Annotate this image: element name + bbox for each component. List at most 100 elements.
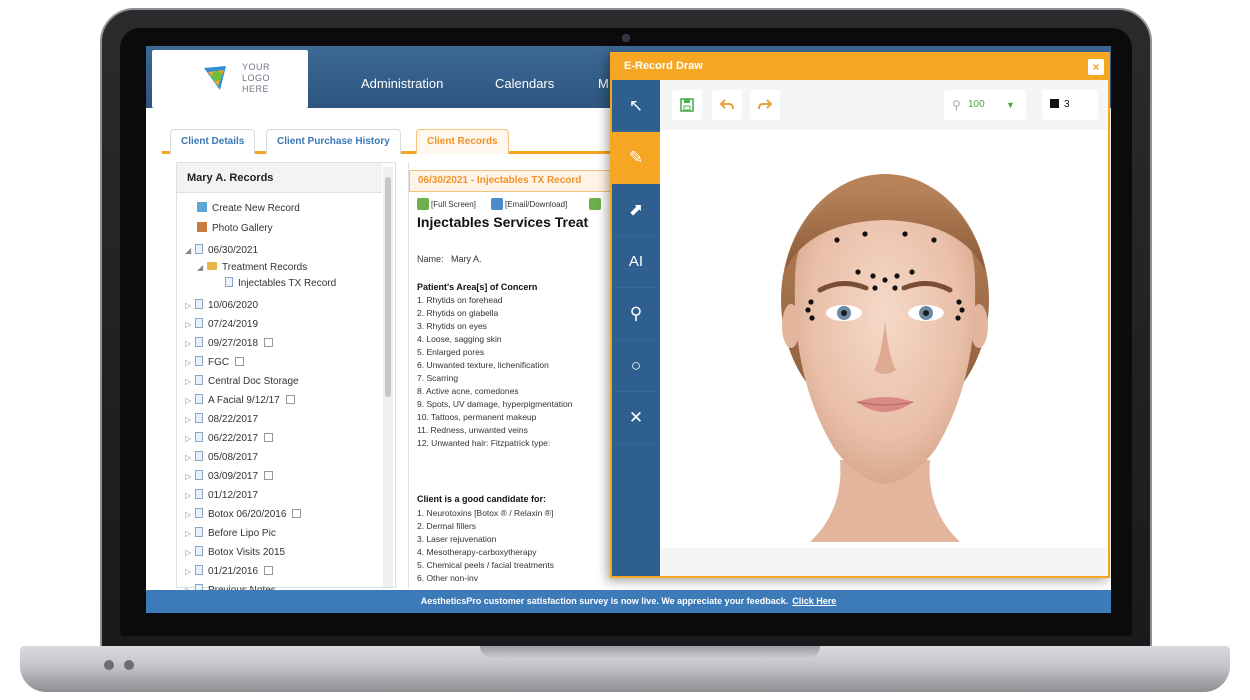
expand-arrow-icon[interactable]: ◢ (185, 243, 195, 259)
tree-item[interactable]: ▷ Botox 06/20/2016 (185, 507, 302, 523)
draw-titlebar[interactable]: E-Record Draw × (612, 54, 1108, 80)
expand-arrow-icon[interactable]: ◢ (197, 260, 207, 276)
save-button[interactable] (672, 90, 702, 120)
collapsed-arrow-icon[interactable]: ▷ (185, 469, 195, 485)
tree-item[interactable]: ▷ 06/22/2017 (185, 431, 274, 447)
full-screen-link[interactable]: [Full Screen] (417, 198, 476, 210)
tab-client-records[interactable]: Client Records (416, 129, 509, 154)
logo[interactable]: YOUR LOGO HERE (152, 50, 308, 108)
full-screen-icon (417, 198, 429, 210)
collapsed-arrow-icon[interactable]: ▷ (185, 336, 195, 352)
collapsed-arrow-icon[interactable]: ▷ (185, 507, 195, 523)
tree-item-label: 01/21/2016 (208, 566, 259, 577)
concern-item: 3. Rhytids on eyes (417, 321, 487, 331)
logo-text-line: HERE (242, 84, 270, 94)
undo-button[interactable] (712, 90, 742, 120)
e-record-draw-window: E-Record Draw × ↖ ✎ ⬈ AI ⚲ ○ ✕ ⚲ 100 ▼ 3 (610, 52, 1110, 578)
nav-calendars[interactable]: Calendars (495, 76, 554, 91)
select-tool-button[interactable]: ↖ (612, 80, 660, 132)
magnify-tool-button[interactable]: ⚲ (612, 288, 660, 340)
nav-more[interactable]: M (598, 76, 609, 91)
canvas-footer (660, 548, 1108, 576)
chevron-down-icon[interactable]: ▼ (1006, 90, 1015, 120)
text-tool-button[interactable]: AI (612, 236, 660, 288)
tree-item-label: 09/27/2018 (208, 338, 259, 349)
tree-scrollbar[interactable] (383, 167, 393, 587)
new-record-icon (197, 202, 207, 212)
tree-item[interactable]: ▷ 01/21/2016 (185, 564, 274, 580)
tab-client-details[interactable]: Client Details (170, 129, 256, 154)
candidate-item: 1. Neurotoxins [Botox ® / Relaxin ®] (417, 508, 554, 518)
tree-item[interactable]: ▷ 08/22/2017 (185, 412, 258, 428)
collapsed-arrow-icon[interactable]: ▷ (185, 355, 195, 371)
print-icon (589, 198, 601, 210)
tab-client-purchase-history[interactable]: Client Purchase History (266, 129, 401, 154)
tree-item-label: 08/22/2017 (208, 414, 259, 425)
tree-item[interactable]: ▷ 10/06/2020 (185, 298, 258, 314)
magnifier-icon: ⚲ (629, 303, 643, 323)
tree-item[interactable]: ▷ A Facial 9/12/17 (185, 393, 295, 409)
tree-item[interactable]: ▷ 03/09/2017 (185, 469, 274, 485)
survey-message: AestheticsPro customer satisfaction surv… (420, 596, 789, 606)
pencil-tool-button[interactable]: ✎ (612, 132, 660, 184)
tree-leaf[interactable]: Injectables TX Record (225, 276, 336, 292)
print-link[interactable] (589, 198, 603, 210)
record-tab[interactable]: 06/30/2021 - Injectables TX Record (409, 170, 618, 192)
circle-icon: ○ (630, 355, 642, 375)
survey-banner: AestheticsPro customer satisfaction surv… (146, 590, 1111, 613)
collapsed-arrow-icon[interactable]: ▷ (185, 412, 195, 428)
tree-item-label: Treatment Records (222, 262, 308, 273)
document-icon (195, 375, 203, 385)
name-line: Name: Mary A. (417, 254, 482, 264)
tree-item[interactable]: ▷ 05/08/2017 (185, 450, 258, 466)
collapsed-arrow-icon[interactable]: ▷ (185, 488, 195, 504)
photo-gallery[interactable]: Photo Gallery (197, 221, 273, 237)
zoom-control[interactable]: ⚲ 100 ▼ (944, 90, 1026, 120)
tree-title: Mary A. Records (177, 163, 382, 193)
marker-tool-button[interactable]: ⬈ (612, 184, 660, 236)
email-download-link[interactable]: [Email/Download] (491, 198, 567, 210)
indicator-light (124, 660, 134, 670)
indicator-light (104, 660, 114, 670)
brush-size-control[interactable]: 3 (1042, 90, 1098, 120)
candidate-item: 2. Dermal fillers (417, 521, 477, 531)
collapsed-arrow-icon[interactable]: ▷ (185, 526, 195, 542)
tree-item[interactable]: ▷ 01/12/2017 (185, 488, 258, 504)
collapsed-arrow-icon[interactable]: ▷ (185, 431, 195, 447)
redo-button[interactable] (750, 90, 780, 120)
tree-item[interactable]: ▷ 09/27/2018 (185, 336, 274, 352)
nav-administration[interactable]: Administration (361, 76, 443, 91)
collapsed-arrow-icon[interactable]: ▷ (185, 393, 195, 409)
collapsed-arrow-icon[interactable]: ▷ (185, 545, 195, 561)
circle-tool-button[interactable]: ○ (612, 340, 660, 392)
cursor-icon: ↖ (628, 95, 644, 115)
tree-item-label: 01/12/2017 (208, 490, 259, 501)
clear-tool-button[interactable]: ✕ (612, 392, 660, 444)
tree-item[interactable]: ▷ Before Lipo Pic (185, 526, 276, 542)
draw-canvas[interactable] (660, 130, 1108, 576)
collapsed-arrow-icon[interactable]: ▷ (185, 317, 195, 333)
tree-item[interactable]: ▷ Botox Visits 2015 (185, 545, 285, 561)
concern-item: 12. Unwanted hair: Fitzpatrick type: (417, 438, 551, 448)
tree-item-label: 07/24/2019 (208, 319, 259, 330)
collapsed-arrow-icon[interactable]: ▷ (185, 374, 195, 390)
candidate-item: 6. Other non-inv (417, 573, 478, 583)
scroll-thumb[interactable] (385, 177, 391, 397)
tree-item[interactable]: ▷ Central Doc Storage (185, 374, 299, 390)
collapsed-arrow-icon[interactable]: ▷ (185, 298, 195, 314)
tree-folder[interactable]: ◢ Treatment Records (197, 260, 307, 276)
collapsed-arrow-icon[interactable]: ▷ (185, 450, 195, 466)
concern-item: 9. Spots, UV damage, hyperpigmentation (417, 399, 573, 409)
collapsed-arrow-icon[interactable]: ▷ (185, 564, 195, 580)
close-button[interactable]: × (1088, 59, 1104, 75)
record-title: Injectables Services Treat (417, 214, 589, 230)
tree-item[interactable]: ▷ 07/24/2019 (185, 317, 258, 333)
tree-item[interactable]: ▷ FGC (185, 355, 245, 371)
create-new-record[interactable]: Create New Record (197, 201, 300, 217)
tool-link-label: [Full Screen] (431, 200, 476, 209)
brush-color-swatch[interactable] (1050, 99, 1059, 108)
tree-item-expanded[interactable]: ◢ 06/30/2021 (185, 243, 258, 259)
concern-item: 8. Active acne, comedones (417, 386, 519, 396)
base-notch (480, 646, 820, 658)
survey-link[interactable]: Click Here (792, 596, 836, 606)
